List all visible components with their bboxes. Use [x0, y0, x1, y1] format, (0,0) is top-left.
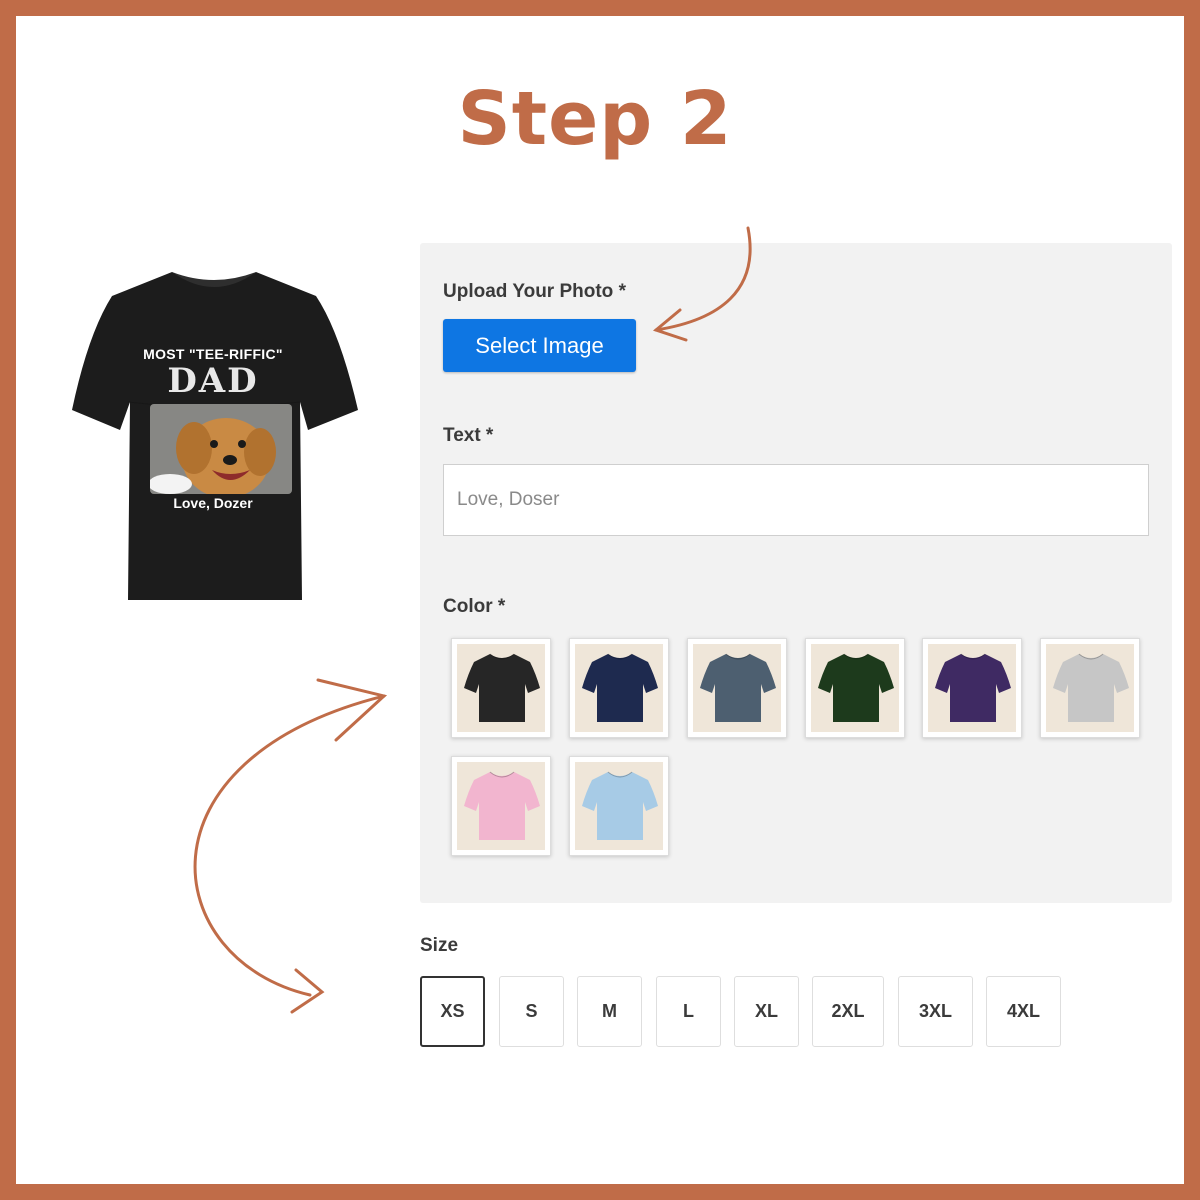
arrow-to-color-icon — [193, 678, 388, 997]
arrow-to-select-image-icon — [652, 226, 752, 342]
decorative-arrows — [193, 226, 752, 1014]
